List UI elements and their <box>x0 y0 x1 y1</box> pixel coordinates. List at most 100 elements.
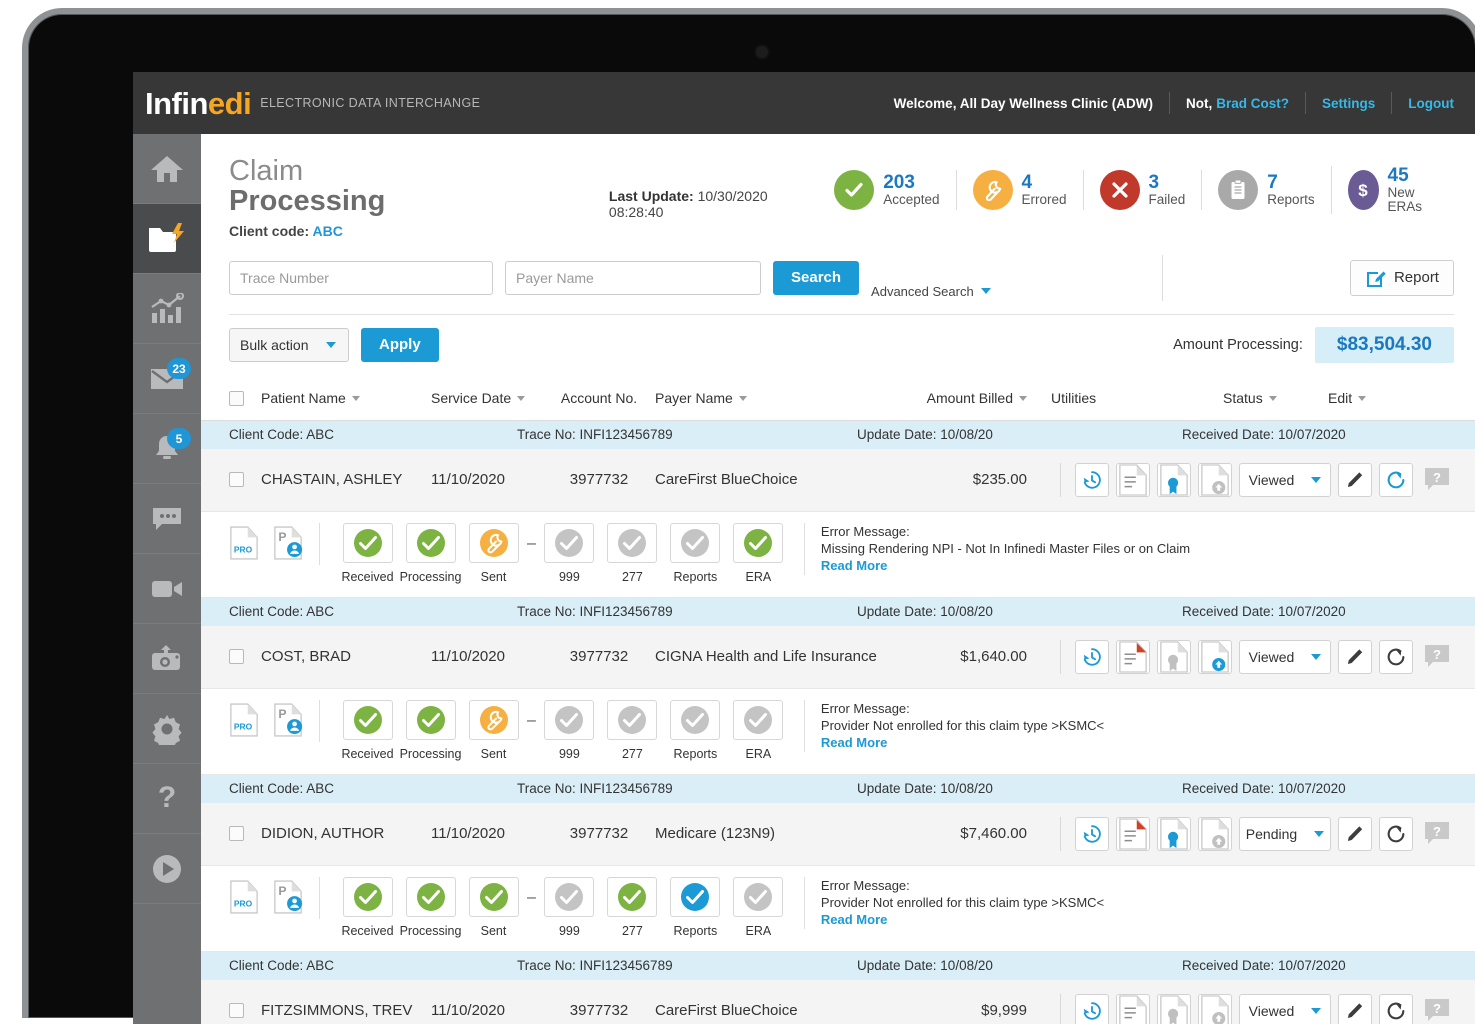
upload-document-button[interactable] <box>1198 462 1232 497</box>
certified-document-button[interactable] <box>1157 639 1191 674</box>
row-checkbox[interactable] <box>229 1003 261 1019</box>
status-dropdown[interactable]: Viewed <box>1239 462 1331 497</box>
column-amount-billed[interactable]: Amount Billed <box>905 390 1027 406</box>
pipeline-step[interactable]: 277 <box>601 699 664 761</box>
view-document-button[interactable] <box>1116 462 1150 497</box>
pipeline-step[interactable]: Received <box>336 699 399 761</box>
column-edit[interactable]: Edit <box>1328 390 1388 406</box>
row-checkbox[interactable] <box>229 472 261 488</box>
certified-document-button[interactable] <box>1157 462 1191 497</box>
edit-button[interactable] <box>1338 462 1372 497</box>
column-patient-name[interactable]: Patient Name <box>261 390 431 406</box>
report-button[interactable]: Report <box>1349 259 1454 296</box>
sidebar-item-chat[interactable] <box>133 484 201 554</box>
pipeline-step[interactable]: Processing <box>399 522 462 584</box>
advanced-search-toggle[interactable]: Advanced Search <box>871 284 991 301</box>
sidebar-item-upload[interactable] <box>133 624 201 694</box>
resubmit-button[interactable] <box>1379 816 1413 851</box>
pipeline-step[interactable]: Processing <box>399 699 462 761</box>
row-checkbox[interactable] <box>229 826 261 842</box>
apply-button[interactable]: Apply <box>361 327 439 362</box>
view-document-button[interactable] <box>1116 816 1150 851</box>
column-status[interactable]: Status <box>1223 390 1328 406</box>
pipeline-step[interactable]: Received <box>336 876 399 938</box>
read-more-link[interactable]: Read More <box>821 558 887 573</box>
pipeline-step[interactable]: Sent <box>462 522 525 584</box>
switch-user-link[interactable]: Brad Cost? <box>1216 96 1289 111</box>
table-row[interactable]: FITZSIMMONS, TREV 11/10/2020 3977732 Car… <box>201 979 1475 1024</box>
stat-errored[interactable]: 4 Errored <box>955 170 1083 211</box>
sidebar-item-help[interactable]: ? <box>133 764 201 834</box>
logout-link[interactable]: Logout <box>1408 96 1454 111</box>
row-checkbox[interactable] <box>229 649 261 665</box>
edit-button[interactable] <box>1338 993 1372 1024</box>
settings-link[interactable]: Settings <box>1322 96 1375 111</box>
sidebar-item-play[interactable] <box>133 834 201 904</box>
pipeline-step[interactable]: 999 <box>538 699 601 761</box>
resubmit-button[interactable] <box>1379 639 1413 674</box>
bulk-action-select[interactable]: Bulk action <box>229 327 349 362</box>
pipeline-step[interactable]: 277 <box>601 522 664 584</box>
pipeline-step[interactable]: Sent <box>462 876 525 938</box>
p-document-button[interactable]: P <box>273 526 303 565</box>
certified-document-button[interactable] <box>1157 816 1191 851</box>
sidebar-item-reports[interactable] <box>133 274 201 344</box>
pipeline-step[interactable]: Received <box>336 522 399 584</box>
sidebar-item-claims[interactable] <box>133 204 212 274</box>
upload-document-button[interactable] <box>1198 816 1232 851</box>
select-all-checkbox[interactable] <box>229 390 261 406</box>
stat-new-eras[interactable]: $ 45 New ERAs <box>1330 166 1454 215</box>
app-logo[interactable]: Infinedi <box>145 88 252 119</box>
pro-document-button[interactable]: PRO <box>229 880 259 919</box>
status-dropdown[interactable]: Pending <box>1239 816 1331 851</box>
pipeline-step[interactable]: 277 <box>601 876 664 938</box>
help-button[interactable]: ? <box>1420 463 1454 497</box>
help-button[interactable]: ? <box>1420 817 1454 851</box>
view-document-button[interactable] <box>1116 993 1150 1024</box>
sidebar-item-mail[interactable]: 23 <box>133 344 201 414</box>
pipeline-step[interactable]: Reports <box>664 876 727 938</box>
pipeline-step[interactable]: 999 <box>538 522 601 584</box>
column-service-date[interactable]: Service Date <box>431 390 543 406</box>
stat-reports[interactable]: 7 Reports <box>1201 170 1330 211</box>
search-button[interactable]: Search <box>773 260 860 295</box>
pipeline-step[interactable]: Sent <box>462 699 525 761</box>
sidebar-item-alerts[interactable]: 5 <box>133 414 201 484</box>
trace-number-input[interactable] <box>229 260 493 295</box>
pro-document-button[interactable]: PRO <box>229 526 259 565</box>
history-button[interactable] <box>1075 462 1109 497</box>
read-more-link[interactable]: Read More <box>821 735 887 750</box>
pipeline-step[interactable]: Reports <box>664 699 727 761</box>
pipeline-step[interactable]: 999 <box>538 876 601 938</box>
sidebar-item-video[interactable] <box>133 554 201 624</box>
help-button[interactable]: ? <box>1420 994 1454 1024</box>
status-dropdown[interactable]: Viewed <box>1239 639 1331 674</box>
upload-document-button[interactable] <box>1198 993 1232 1024</box>
pipeline-step[interactable]: Reports <box>664 522 727 584</box>
pipeline-step[interactable]: ERA <box>727 876 790 938</box>
sidebar-item-home[interactable] <box>133 134 201 204</box>
help-button[interactable]: ? <box>1420 640 1454 674</box>
view-document-button[interactable] <box>1116 639 1150 674</box>
edit-button[interactable] <box>1338 639 1372 674</box>
pipeline-step[interactable]: ERA <box>727 522 790 584</box>
client-code-value[interactable]: ABC <box>313 223 343 239</box>
resubmit-button[interactable] <box>1379 462 1413 497</box>
sidebar-item-settings[interactable] <box>133 694 201 764</box>
history-button[interactable] <box>1075 816 1109 851</box>
pipeline-step[interactable]: Processing <box>399 876 462 938</box>
p-document-button[interactable]: P <box>273 880 303 919</box>
history-button[interactable] <box>1075 993 1109 1024</box>
pro-document-button[interactable]: PRO <box>229 703 259 742</box>
certified-document-button[interactable] <box>1157 993 1191 1024</box>
edit-button[interactable] <box>1338 816 1372 851</box>
history-button[interactable] <box>1075 639 1109 674</box>
read-more-link[interactable]: Read More <box>821 912 887 927</box>
column-payer-name[interactable]: Payer Name <box>655 390 905 406</box>
resubmit-button[interactable] <box>1379 993 1413 1024</box>
p-document-button[interactable]: P <box>273 703 303 742</box>
table-row[interactable]: DIDION, AUTHOR 11/10/2020 3977732 Medica… <box>201 802 1475 866</box>
upload-document-button[interactable] <box>1198 639 1232 674</box>
table-row[interactable]: COST, BRAD 11/10/2020 3977732 CIGNA Heal… <box>201 625 1475 689</box>
pipeline-step[interactable]: ERA <box>727 699 790 761</box>
